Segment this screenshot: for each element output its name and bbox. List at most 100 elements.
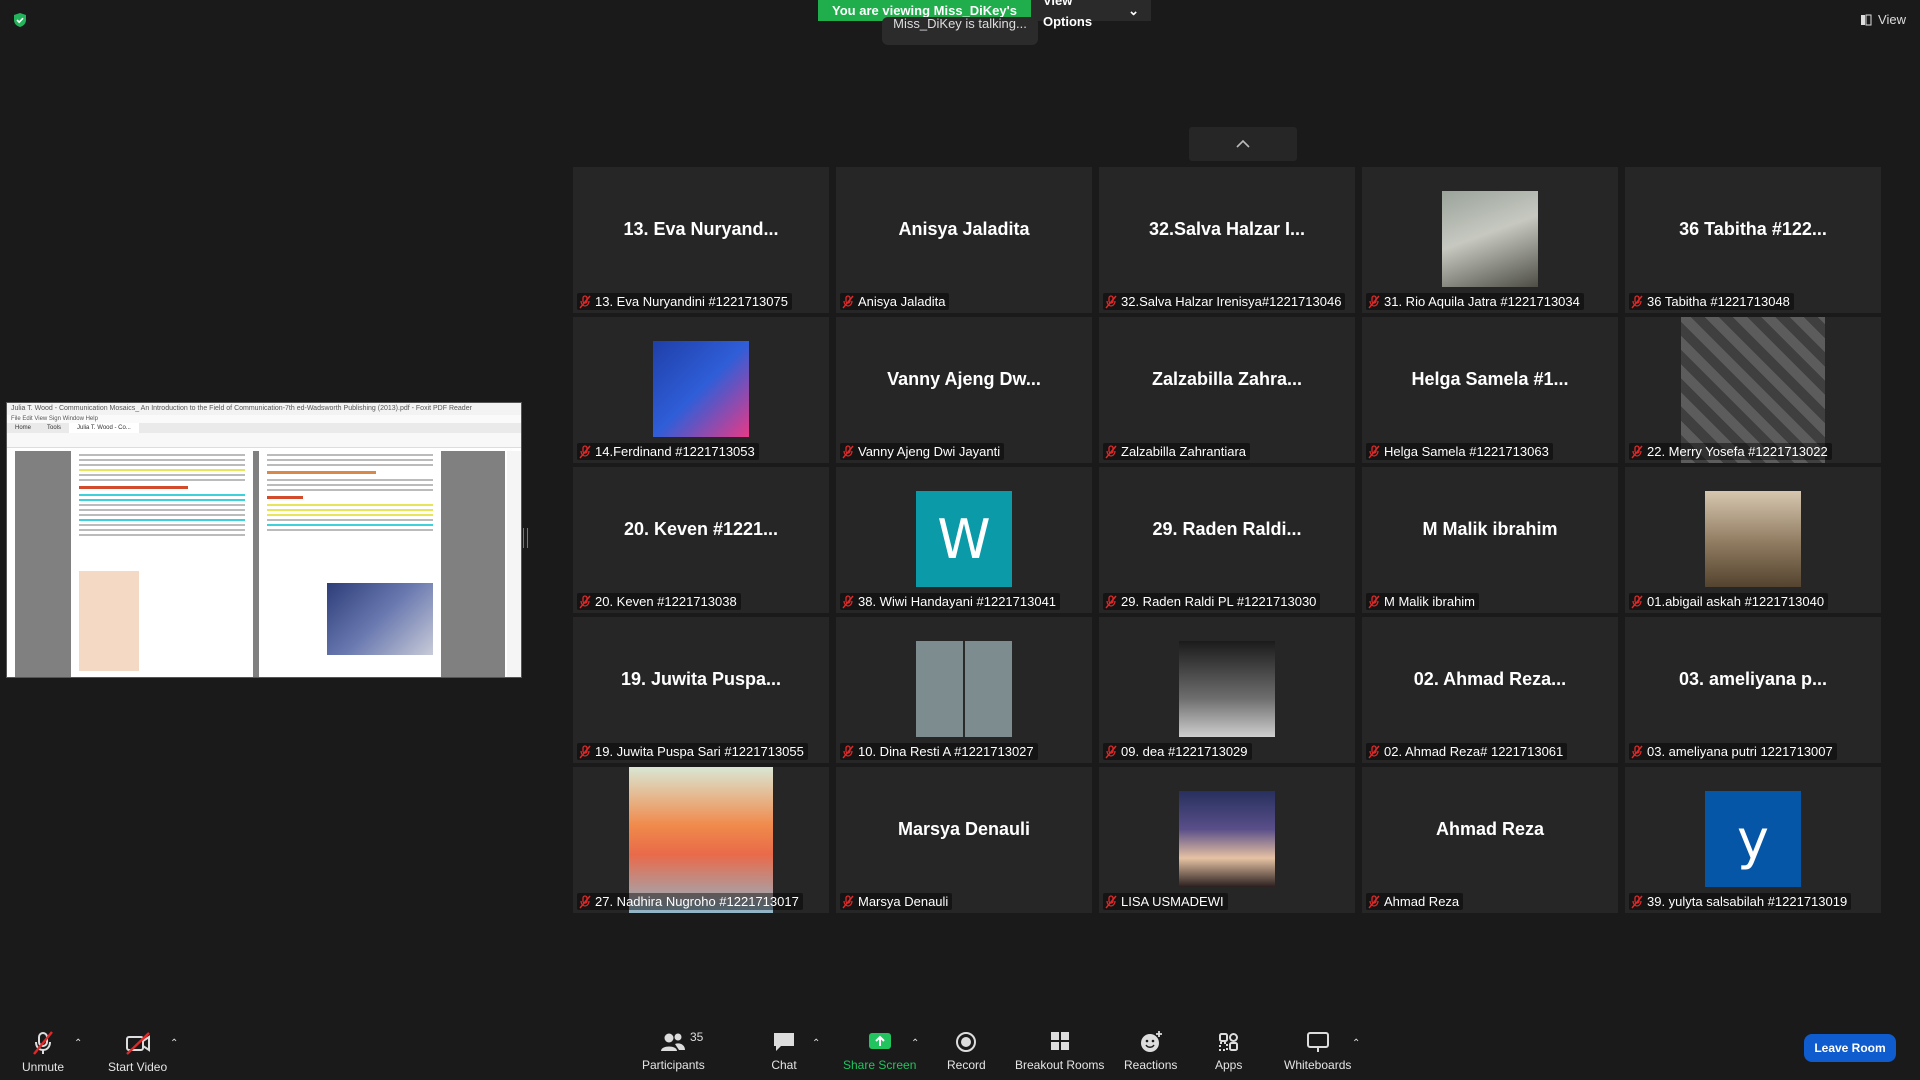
participant-name-label: 38. Wiwi Handayani #1221713041 xyxy=(840,593,1061,610)
breakout-rooms-button[interactable]: Breakout Rooms xyxy=(1015,1030,1104,1072)
shared-window-title: Julia T. Wood - Communication Mosaics_ A… xyxy=(7,403,521,415)
mic-muted-icon xyxy=(842,444,854,458)
whiteboards-label: Whiteboards xyxy=(1284,1058,1352,1072)
chat-button[interactable]: Chat xyxy=(771,1030,797,1072)
participant-tile[interactable]: W 38. Wiwi Handayani #1221713041 xyxy=(836,467,1092,613)
video-options-caret[interactable]: ⌃ xyxy=(170,1038,178,1049)
audio-options-caret[interactable]: ⌃ xyxy=(74,1038,82,1049)
participant-display-name: 19. Juwita Puspa... xyxy=(620,668,782,689)
tab-home: Home xyxy=(15,425,32,431)
share-options-caret[interactable]: ⌃ xyxy=(911,1038,919,1049)
participant-full-name: Helga Samela #1221713063 xyxy=(1384,444,1549,459)
whiteboards-button[interactable]: Whiteboards xyxy=(1284,1030,1351,1072)
participant-tile[interactable]: 01.abigail askah #1221713040 xyxy=(1625,467,1881,613)
reactions-button[interactable]: Reactions xyxy=(1124,1030,1177,1072)
view-label: View xyxy=(1878,12,1906,27)
whiteboard-options-caret[interactable]: ⌃ xyxy=(1352,1038,1360,1049)
participant-tile[interactable]: 22. Merry Yosefa #1221713022 xyxy=(1625,317,1881,463)
record-button[interactable]: Record xyxy=(947,1030,986,1072)
leave-room-label: Leave Room xyxy=(1814,1041,1886,1055)
participant-display-name: Vanny Ajeng Dw... xyxy=(887,368,1041,389)
record-label: Record xyxy=(947,1058,986,1072)
participant-tile[interactable]: 14.Ferdinand #1221713053 xyxy=(573,317,829,463)
unmute-button[interactable]: Unmute xyxy=(22,1030,64,1074)
mic-muted-icon xyxy=(1105,444,1117,458)
split-resize-handle[interactable] xyxy=(523,528,528,548)
participant-tile[interactable]: 02. Ahmad Reza... 02. Ahmad Reza# 1221713… xyxy=(1362,617,1618,763)
participant-tile[interactable]: 31. Rio Aquila Jatra #1221713034 xyxy=(1362,167,1618,313)
participant-full-name: 09. dea #1221713029 xyxy=(1121,744,1248,759)
shared-window-menu: File Edit View Sign Window Help xyxy=(7,415,521,423)
participant-tile[interactable]: 29. Raden Raldi... 29. Raden Raldi PL #12… xyxy=(1099,467,1355,613)
pdf-heading-left xyxy=(79,486,189,489)
participant-tile[interactable]: 03. ameliyana p... 03. ameliyana putri 12… xyxy=(1625,617,1881,763)
participant-tile[interactable]: Anisya Jaladita Anisya Jaladita xyxy=(836,167,1092,313)
participant-full-name: Marsya Denauli xyxy=(858,894,949,909)
start-video-label: Start Video xyxy=(108,1060,168,1074)
participant-name-label: 19. Juwita Puspa Sari #1221713055 xyxy=(577,743,808,760)
participant-tile[interactable]: Helga Samela #1... Helga Samela #12217130… xyxy=(1362,317,1618,463)
chat-options-caret[interactable]: ⌃ xyxy=(812,1038,820,1049)
shield-icon[interactable] xyxy=(12,12,28,28)
participant-display-name: Helga Samela #1... xyxy=(1411,368,1569,389)
meeting-toolbar: Unmute ⌃ Start Video ⌃ Participants 35 C… xyxy=(0,1022,1920,1080)
mic-muted-icon xyxy=(1368,894,1380,908)
participant-name-label: Ahmad Reza xyxy=(1366,893,1464,910)
participant-tile[interactable]: Ahmad Reza Ahmad Reza xyxy=(1362,767,1618,913)
participant-tile[interactable]: Vanny Ajeng Dw... Vanny Ajeng Dwi Jayanti xyxy=(836,317,1092,463)
participant-name-label: 32.Salva Halzar Irenisya#1221713046 xyxy=(1103,293,1346,310)
mic-muted-icon xyxy=(579,894,591,908)
share-screen-button[interactable]: Share Screen xyxy=(843,1030,916,1072)
participant-full-name: 39. yulyta salsabilah #1221713019 xyxy=(1647,894,1848,909)
participant-tile[interactable]: 09. dea #1221713029 xyxy=(1099,617,1355,763)
participant-tile[interactable]: Marsya Denauli Marsya Denauli xyxy=(836,767,1092,913)
shared-screen-preview[interactable]: Julia T. Wood - Communication Mosaics_ A… xyxy=(6,402,522,678)
leave-room-button[interactable]: Leave Room xyxy=(1804,1034,1896,1062)
view-button[interactable]: View xyxy=(1860,12,1906,27)
participant-name-label: Anisya Jaladita xyxy=(840,293,950,310)
participant-full-name: 31. Rio Aquila Jatra #1221713034 xyxy=(1384,294,1580,309)
apps-button[interactable]: Apps xyxy=(1215,1030,1242,1072)
mic-muted-icon xyxy=(1368,294,1380,308)
participant-tile[interactable]: 10. Dina Resti A #1221713027 xyxy=(836,617,1092,763)
view-options-button[interactable]: View Options ⌄ xyxy=(1031,0,1151,29)
participant-tile[interactable]: 36 Tabitha #122... 36 Tabitha #1221713048 xyxy=(1625,167,1881,313)
participant-name-label: 29. Raden Raldi PL #1221713030 xyxy=(1103,593,1321,610)
participants-count: 35 xyxy=(690,1030,704,1044)
participant-tile[interactable]: 19. Juwita Puspa... 19. Juwita Puspa Sari… xyxy=(573,617,829,763)
participant-tile[interactable]: 13. Eva Nuryand... 13. Eva Nuryandini #12… xyxy=(573,167,829,313)
anime-ponyo-image xyxy=(629,767,773,913)
mic-muted-icon xyxy=(1105,594,1117,608)
gallery-page-up-button[interactable] xyxy=(1189,127,1297,161)
participant-full-name: 27. Nadhira Nugroho #1221713017 xyxy=(595,894,799,909)
participant-tile[interactable]: 32.Salva Halzar I... 32.Salva Halzar Iren… xyxy=(1099,167,1355,313)
chat-icon xyxy=(774,1033,794,1051)
whiteboard-icon xyxy=(1306,1032,1329,1052)
hijab-selfie-photo xyxy=(916,641,1012,737)
participant-tile[interactable]: M Malik ibrahim M Malik ibrahim xyxy=(1362,467,1618,613)
chevron-up-icon xyxy=(1236,139,1250,148)
start-video-button[interactable]: Start Video xyxy=(108,1030,167,1074)
participant-full-name: 36 Tabitha #1221713048 xyxy=(1647,294,1790,309)
participant-tile[interactable]: y 39. yulyta salsabilah #1221713019 xyxy=(1625,767,1881,913)
mic-muted-icon xyxy=(579,444,591,458)
participant-tile[interactable]: LISA USMADEWI xyxy=(1099,767,1355,913)
participant-name-label: 13. Eva Nuryandini #1221713075 xyxy=(577,293,792,310)
participant-display-name: M Malik ibrahim xyxy=(1422,518,1558,539)
participant-full-name: Zalzabilla Zahrantiara xyxy=(1121,444,1247,459)
mic-muted-icon xyxy=(579,594,591,608)
participant-tile[interactable]: 27. Nadhira Nugroho #1221713017 xyxy=(573,767,829,913)
participant-full-name: 02. Ahmad Reza# 1221713061 xyxy=(1384,744,1564,759)
participant-name-label: 39. yulyta salsabilah #1221713019 xyxy=(1629,893,1852,910)
participant-full-name: M Malik ibrahim xyxy=(1384,594,1476,609)
mic-muted-icon xyxy=(1631,294,1643,308)
breakout-rooms-icon xyxy=(1050,1032,1069,1050)
mic-muted-icon xyxy=(842,894,854,908)
participant-display-name: 13. Eva Nuryand... xyxy=(623,218,779,239)
participant-tile[interactable]: Zalzabilla Zahra... Zalzabilla Zahrantiar… xyxy=(1099,317,1355,463)
mic-muted-icon xyxy=(579,294,591,308)
participant-tile[interactable]: 20. Keven #1221... 20. Keven #1221713038 xyxy=(573,467,829,613)
apps-icon xyxy=(1218,1033,1238,1051)
participant-full-name: 13. Eva Nuryandini #1221713075 xyxy=(595,294,788,309)
view-options-label: View Options xyxy=(1043,0,1093,29)
